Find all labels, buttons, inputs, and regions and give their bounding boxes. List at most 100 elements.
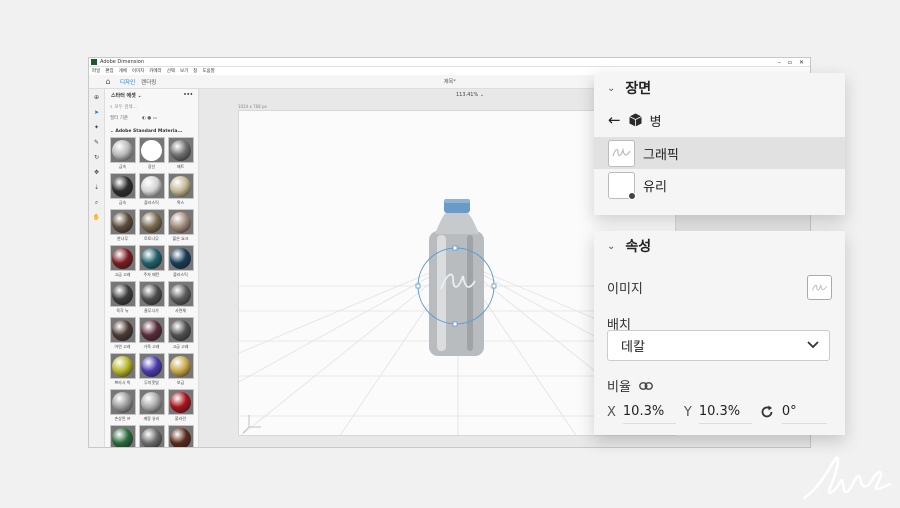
material-tile[interactable]: 고급 고래 [109,245,136,280]
scale-values: X 10.3% Y 10.3% 0° [607,400,827,424]
assets-title[interactable]: 스타터 에셋 ⌄ [111,92,142,99]
search-placeholder: 모두 검색... [114,105,137,110]
material-tile[interactable]: 가죽 고래 [138,317,165,352]
material-ball [112,319,133,341]
maximize-icon[interactable]: ▫ [788,59,792,66]
material-ball [141,319,162,341]
rotation-value-field[interactable]: 0° [781,404,827,424]
image-picker[interactable] [807,275,832,300]
material-tile[interactable]: 쁘라시 빅 [109,353,136,388]
y-value-field[interactable]: 10.3% [698,404,752,424]
material-label: 매트 [176,164,185,169]
placement-select[interactable]: 데칼 [607,330,830,361]
material-swatch [109,137,136,163]
material-tile[interactable]: 육각 뉴 [109,281,136,316]
material-swatch [109,281,136,307]
tab-design[interactable]: 디자인 [120,78,135,86]
bottle[interactable] [429,199,484,356]
materials-section-title[interactable]: ⌄ Adobe Standard Materia... [105,126,198,136]
material-tile[interactable]: 어연 고래 [109,317,136,352]
menu-camera[interactable]: 카메라 [149,68,161,74]
scene-item-glass[interactable]: 유리 [594,169,845,201]
menu-help[interactable]: 도움말 [202,68,214,74]
properties-panel-header[interactable]: ⌄ 속성 [594,231,845,261]
menu-window[interactable]: 창 [193,68,197,74]
scene-panel-header[interactable]: ⌄ 장면 [594,73,845,103]
material-ball [141,139,162,161]
assets-header: 스타터 에셋 ⌄ ••• [105,89,198,101]
material-tile[interactable] [167,425,194,447]
material-tile[interactable]: 한나무 [109,209,136,244]
tab-render[interactable]: 렌더링 [141,78,156,86]
orbit-tool-icon[interactable]: ↻ [94,152,99,164]
material-tile[interactable]: 금속 [109,137,136,172]
material-ball [141,175,162,197]
material-tile[interactable]: 손상된 프 [109,389,136,424]
material-ball [112,139,133,161]
menu-select[interactable]: 선택 [167,68,175,74]
material-tile[interactable]: 보금 [167,353,194,388]
menu-view[interactable]: 보기 [180,68,188,74]
material-tile[interactable]: 고급 고래 [167,317,194,352]
material-tile[interactable] [138,425,165,447]
material-tile[interactable]: 불은 요크 [167,209,194,244]
x-value-field[interactable]: 10.3% [622,404,676,424]
material-tile[interactable]: 왁스 [167,173,194,208]
material-ball [141,283,162,305]
material-tile[interactable]: 사면체 [167,281,194,316]
material-tile[interactable]: 플라스틱 [167,245,194,280]
select-tool-icon[interactable]: ➤ [94,107,99,119]
material-label: 토토나무 [144,236,159,241]
material-swatch [109,425,136,447]
menu-edit[interactable]: 편집 [105,68,113,74]
back-arrow-icon[interactable]: ← [608,111,621,129]
zoom-tool-icon[interactable]: ⌕ [95,197,98,209]
material-tile[interactable]: 주자 패턴 [138,245,165,280]
menu-image[interactable]: 이미지 [132,68,144,74]
magic-wand-icon[interactable]: ✦ [94,122,99,134]
menu-file[interactable]: 파일 [92,68,100,74]
hand-tool-icon[interactable]: ✋ [93,212,100,224]
home-icon[interactable]: ⌂ [102,77,114,86]
material-label: 손상된 프 [114,416,131,421]
material-tile[interactable]: 플라스틱 [138,173,165,208]
link-icon[interactable] [639,381,653,390]
material-label: 가죽 고래 [143,344,160,349]
material-swatch [167,281,194,307]
material-tile[interactable] [109,425,136,447]
material-label: 보금 [176,380,185,385]
brush-tool-icon[interactable]: ✎ [94,137,99,149]
material-tile[interactable]: 금속 [109,173,136,208]
document-name: 제목* [444,79,456,85]
menu-object[interactable]: 개체 [119,68,127,74]
dolly-tool-icon[interactable]: ⇣ [94,182,99,194]
material-tile[interactable]: 깨뭉 유리 [138,389,165,424]
material-tile[interactable]: 광선 [138,137,165,172]
more-icon[interactable]: ••• [183,92,198,98]
material-tile[interactable]: 토토나무 [138,209,165,244]
material-ball [170,283,191,305]
material-tile[interactable]: 붉라린 [167,389,194,424]
add-icon[interactable]: ⊕ [94,92,99,104]
scene-parent-label: 병 [649,114,662,130]
scene-panel: ⌄ 장면 ← 병 그래픽 유리 [594,73,845,215]
assets-search[interactable]: ⌕ 모두 검색... [110,102,193,112]
close-icon[interactable]: ✕ [799,59,804,66]
filter-icons[interactable]: ◐ ● ▭ [142,116,157,121]
search-icon: ⌕ [110,105,113,110]
minimize-icon[interactable]: – [778,59,781,66]
material-tile[interactable]: 무지갯빛 [138,353,165,388]
material-tile[interactable]: 줄무늬가 [138,281,165,316]
canvas-size-label: 1024 x 768 px [238,104,267,109]
material-label: 광선 [147,164,156,169]
axis-gizmo-icon [242,415,261,434]
scene-item-graphic[interactable]: 그래픽 [594,137,845,169]
scene-item-label: 그래픽 [643,147,679,163]
material-ball [170,355,191,377]
pan-tool-icon[interactable]: ✥ [94,167,99,179]
material-tile[interactable]: 매트 [167,137,194,172]
material-swatch [138,389,165,415]
material-swatch [138,353,165,379]
graphic-thumbnail [608,139,635,167]
material-ball [170,211,191,233]
